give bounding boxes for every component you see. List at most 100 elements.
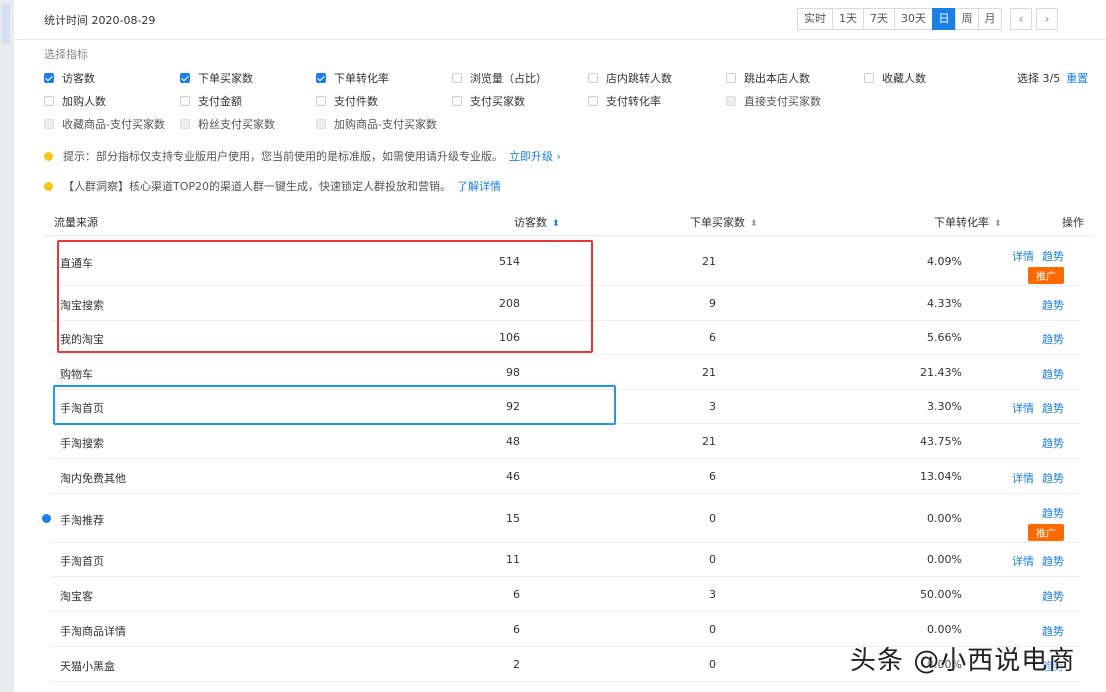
checkbox-icon[interactable] (588, 73, 598, 83)
metric-option[interactable]: 跳出本店人数 (726, 70, 810, 86)
time-segment-4[interactable]: 日 (932, 8, 956, 30)
checkbox-icon[interactable] (726, 73, 736, 83)
time-segment-1[interactable]: 1天 (832, 8, 864, 30)
cell-buyers: 0 (709, 511, 716, 525)
trend-link[interactable]: 趋势 (1042, 366, 1064, 382)
col-label: 流量来源 (54, 216, 98, 229)
cell-uv: 6 (513, 587, 520, 601)
cell-name: 淘内免费其他 (60, 471, 126, 485)
col-header-uv[interactable]: 访客数 ⬍ (514, 214, 560, 230)
metric-option[interactable]: 访客数 (44, 70, 95, 86)
reset-link[interactable]: 重置 (1066, 72, 1088, 85)
trend-link[interactable]: 趋势 (1042, 400, 1064, 416)
cell-uv: 98 (506, 365, 520, 379)
detail-link[interactable]: 详情 (1012, 470, 1034, 486)
metric-label: 收藏商品-支付买家数 (62, 118, 165, 131)
action-links: 趋势 (1034, 505, 1064, 521)
col-header-rate[interactable]: 下单转化率 ⬍ (934, 214, 1002, 230)
col-header-source: 流量来源 (54, 214, 98, 230)
col-header-action: 操作 (1062, 214, 1084, 230)
checkbox-checked-icon[interactable] (316, 73, 326, 83)
checkbox-icon[interactable] (180, 96, 190, 106)
detail-link[interactable]: 详情 (1012, 400, 1034, 416)
checkbox-icon[interactable] (864, 73, 874, 83)
checkbox-icon[interactable] (452, 96, 462, 106)
trend-link[interactable]: 趋势 (1042, 553, 1064, 569)
detail-link[interactable]: 详情 (1012, 553, 1034, 569)
row-actions: 详情 趋势 (1004, 400, 1064, 416)
metric-label: 收藏人数 (882, 72, 926, 85)
metric-option: 收藏商品-支付买家数 (44, 116, 165, 132)
cell-buyers: 21 (702, 365, 716, 379)
cell-name: 手淘推荐 (60, 513, 104, 527)
chevron-left-icon[interactable]: ‹ (1010, 8, 1032, 30)
row-actions: 趋势 (1034, 435, 1064, 451)
checkbox-icon[interactable] (452, 73, 462, 83)
metric-option[interactable]: 浏览量（占比） (452, 70, 547, 86)
checkbox-icon (726, 96, 736, 106)
action-links: 趋势 (1034, 623, 1064, 639)
upgrade-link[interactable]: 立即升级 › (509, 148, 561, 164)
cell-buyers: 9 (709, 296, 716, 310)
trend-link[interactable]: 趋势 (1042, 297, 1064, 313)
cell-uv: 11 (506, 553, 520, 566)
time-segment-2[interactable]: 7天 (863, 8, 895, 30)
action-links: 趋势 (1034, 435, 1064, 451)
metric-option[interactable]: 店内跳转人数 (588, 70, 672, 86)
col-label: 下单转化率 (934, 216, 989, 229)
trend-link[interactable]: 趋势 (1042, 435, 1064, 451)
metric-option[interactable]: 支付件数 (316, 93, 378, 109)
metric-option[interactable]: 收藏人数 (864, 70, 926, 86)
learn-more-link[interactable]: 了解详情 (457, 178, 501, 194)
sort-icon[interactable]: ⬍ (552, 219, 560, 229)
checkbox-checked-icon[interactable] (180, 73, 190, 83)
time-segment-5[interactable]: 周 (955, 8, 979, 30)
cell-uv: 2 (513, 657, 520, 671)
traffic-source-panel: 统计时间 2020-08-29 实时 1天 7天 30天日周月 ‹ › 选择指标 访客数下… (14, 0, 1106, 692)
metric-option[interactable]: 支付转化率 (588, 93, 661, 109)
metric-option[interactable]: 加购人数 (44, 93, 106, 109)
metric-label: 访客数 (62, 72, 95, 85)
trend-link[interactable]: 趋势 (1042, 588, 1064, 604)
time-range-switcher: 实时 1天 7天 30天日周月 ‹ › (797, 8, 1058, 30)
time-segment-0[interactable]: 实时 (797, 8, 833, 30)
checkbox-icon (316, 119, 326, 129)
metric-option[interactable]: 支付买家数 (452, 93, 525, 109)
checkbox-icon[interactable] (44, 96, 54, 106)
checkbox-icon (44, 119, 54, 129)
promote-button[interactable]: 推广 (1028, 524, 1064, 541)
chevron-right-icon[interactable]: › (1036, 8, 1058, 30)
watermark: 头条 @小西说电商 (850, 646, 1076, 676)
cell-name: 手淘搜索 (60, 436, 104, 450)
metric-option[interactable]: 下单买家数 (180, 70, 253, 86)
metric-label: 直接支付买家数 (744, 95, 821, 108)
cell-rate: 43.75% (920, 434, 962, 448)
trend-link[interactable]: 趋势 (1042, 248, 1064, 264)
promote-button[interactable]: 推广 (1028, 267, 1064, 284)
trend-link[interactable]: 趋势 (1042, 623, 1064, 639)
cell-buyers: 0 (709, 553, 716, 566)
sort-icon[interactable]: ⬍ (750, 219, 758, 229)
cell-buyers: 0 (709, 622, 716, 636)
row-actions: 详情 趋势推广 (1004, 248, 1064, 284)
col-header-buyers[interactable]: 下单买家数 ⬍ (690, 214, 758, 230)
metric-option[interactable]: 下单转化率 (316, 70, 389, 86)
sort-icon[interactable]: ⬍ (994, 219, 1002, 229)
trend-link[interactable]: 趋势 (1042, 470, 1064, 486)
table-row: 手淘首页 11 0 0.00% 详情 趋势 (50, 543, 1080, 577)
checkbox-checked-icon[interactable] (44, 73, 54, 83)
time-segment-3[interactable]: 30天 (894, 8, 933, 30)
metric-label: 支付件数 (334, 95, 378, 108)
metric-option: 粉丝支付买家数 (180, 116, 275, 132)
cell-rate: 0.00% (927, 622, 962, 636)
cell-rate: 4.33% (927, 296, 962, 310)
metric-option[interactable]: 支付金额 (180, 93, 242, 109)
table-row: 淘内免费其他 46 6 13.04% 详情 趋势 (50, 459, 1080, 494)
cell-name: 手淘首页 (60, 555, 104, 568)
time-segment-6[interactable]: 月 (978, 8, 1002, 30)
checkbox-icon[interactable] (316, 96, 326, 106)
trend-link[interactable]: 趋势 (1042, 505, 1064, 521)
trend-link[interactable]: 趋势 (1042, 331, 1064, 347)
detail-link[interactable]: 详情 (1012, 248, 1034, 264)
checkbox-icon[interactable] (588, 96, 598, 106)
